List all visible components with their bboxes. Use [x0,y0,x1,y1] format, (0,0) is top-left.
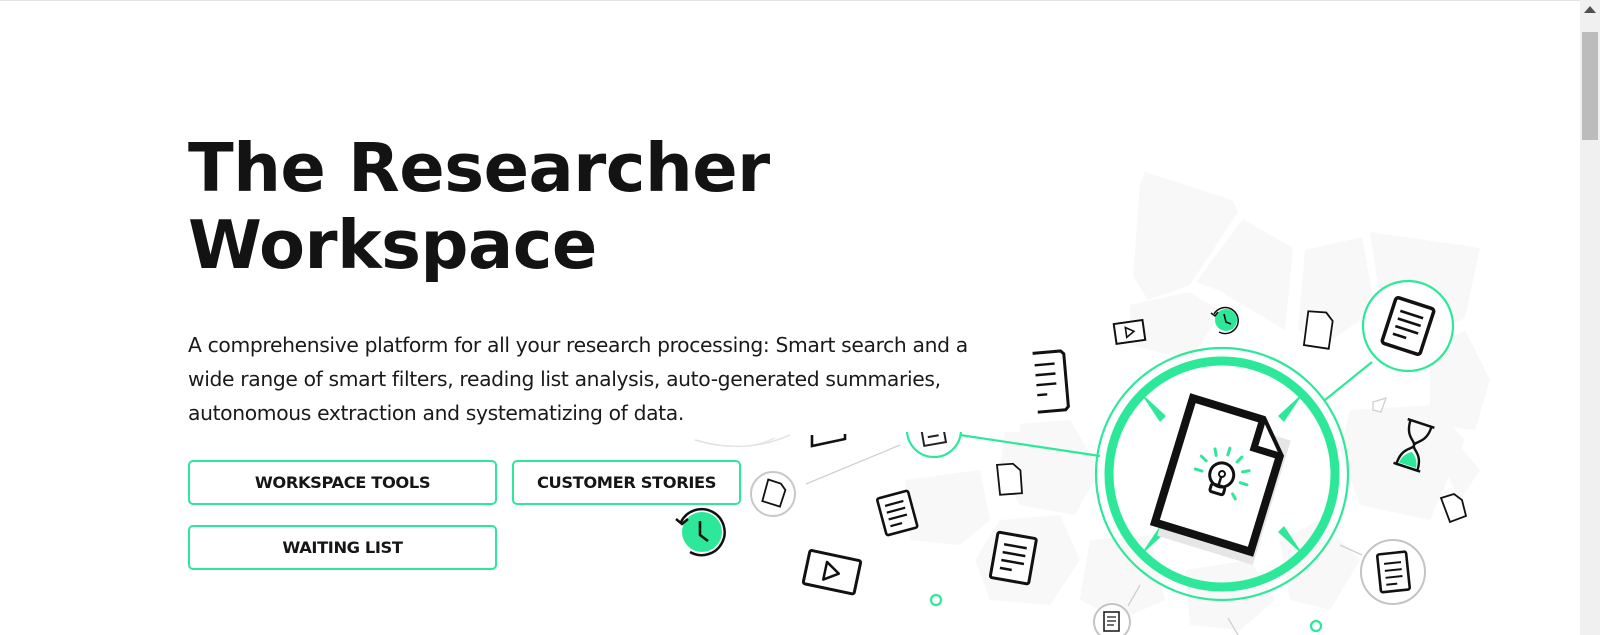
document-lines-icon [1360,539,1426,605]
hero-description: A comprehensive platform for all your re… [188,333,968,425]
video-play-icon [801,549,863,596]
clock-history-icon [1210,306,1239,335]
waiting-list-button[interactable]: WAITING LIST [188,525,497,570]
clock-history-icon [675,507,726,557]
description-block: A comprehensive platform for all your re… [170,322,1020,432]
title-line-1: The Researcher [188,129,770,207]
document-lines-icon [988,530,1038,586]
scroll-up-arrow-icon[interactable] [1584,6,1596,13]
workspace-tools-button[interactable]: WORKSPACE TOOLS [188,460,497,505]
video-play-icon [1112,318,1147,345]
document-lines-icon [1032,349,1070,414]
vertical-scrollbar[interactable] [1580,0,1600,635]
document-lines-icon [1093,603,1131,635]
hero-heading-block: The Researcher Workspace [188,130,770,284]
customer-stories-button[interactable]: CUSTOMER STORIES [512,460,741,505]
document-icon [750,471,796,517]
scrollbar-thumb[interactable] [1582,32,1598,140]
video-play-icon [810,434,847,448]
document-lines-icon [1361,279,1455,373]
page-title: The Researcher Workspace [188,130,770,284]
title-line-2: Workspace [188,206,597,284]
document-lightbulb-icon [1149,393,1291,565]
top-border [0,0,1580,1]
